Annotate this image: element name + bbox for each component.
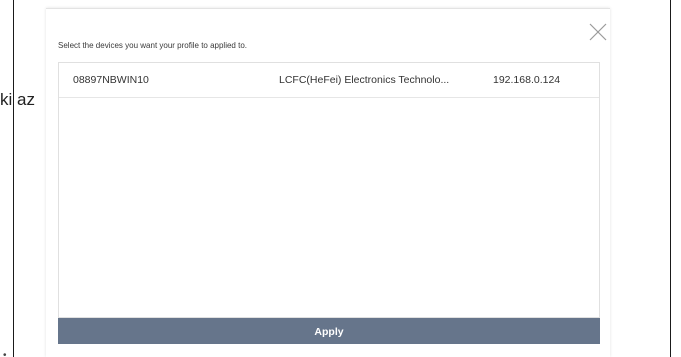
- dialog-top-border: [46, 8, 610, 9]
- apply-profile-dialog: Select the devices you want your profile…: [46, 8, 610, 357]
- device-list[interactable]: 08897NBWIN10 LCFC(HeFei) Electronics Tec…: [58, 62, 600, 318]
- apply-button[interactable]: Apply: [58, 318, 600, 344]
- screenshot-stage: ki az • Select the devices you want your…: [0, 0, 681, 357]
- device-ip: 192.168.0.124: [493, 74, 561, 86]
- device-name: 08897NBWIN10: [73, 74, 149, 86]
- device-row[interactable]: 08897NBWIN10 LCFC(HeFei) Electronics Tec…: [59, 63, 599, 98]
- close-icon[interactable]: [587, 21, 609, 43]
- document-frame-right: [670, 0, 671, 357]
- background-bullet: •: [3, 350, 7, 357]
- document-frame-left: [13, 0, 14, 357]
- background-document-text: ki az: [0, 90, 35, 109]
- device-vendor: LCFC(HeFei) Electronics Technolo...: [279, 74, 450, 86]
- dialog-instruction: Select the devices you want your profile…: [58, 41, 247, 50]
